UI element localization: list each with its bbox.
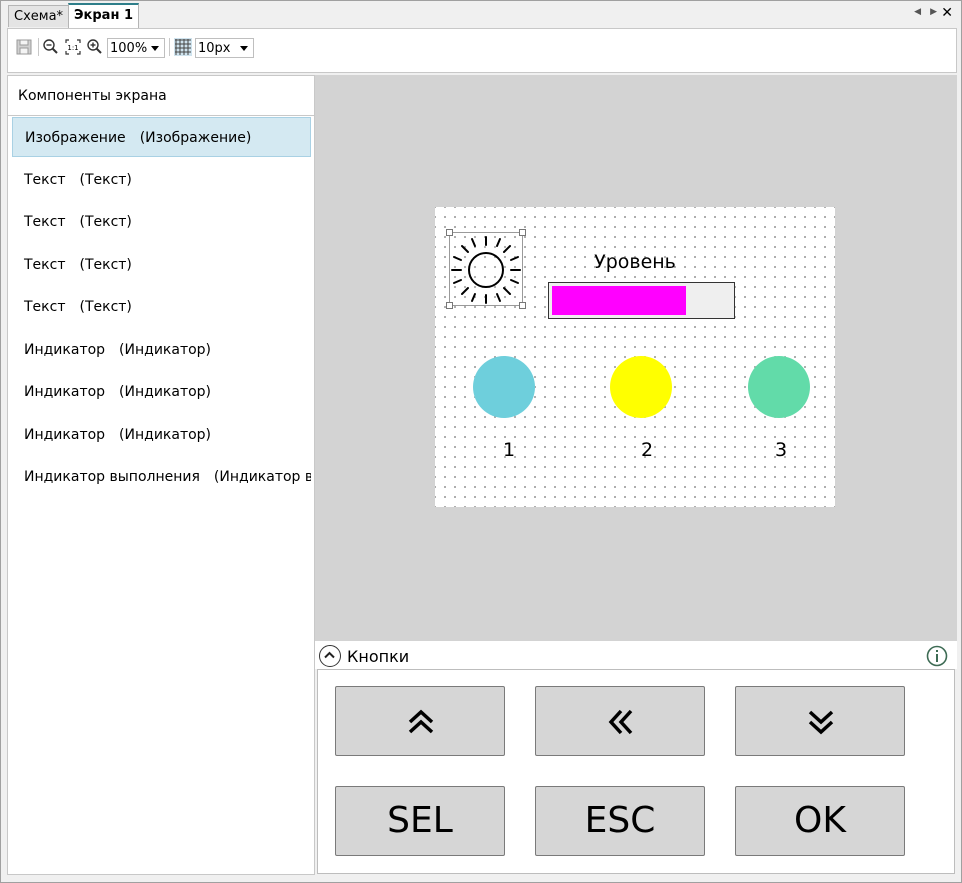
collapse-toggle[interactable] [319,645,341,667]
component-item[interactable]: Текст (Текст) [12,160,311,200]
info-icon[interactable] [926,645,948,667]
grid-size-value: 10px [198,41,231,56]
esc-button[interactable]: ESC [535,786,705,856]
window-frame: Схема* Экран 1 ◀ ▶ ✕ 1:1 100% 10px Компо… [0,0,962,883]
component-item[interactable]: Индикатор (Индикатор) [12,330,311,370]
chevron-down-icon [240,46,248,51]
tab-scroll-left-icon[interactable]: ◀ [914,7,921,17]
indicator-label-2[interactable]: 2 [632,439,662,461]
close-tab-icon[interactable]: ✕ [941,5,953,21]
indicator-led-1[interactable] [473,356,535,418]
components-panel: Компоненты экрана Изображение (Изображени… [7,75,315,875]
component-item[interactable]: Текст (Текст) [12,202,311,242]
resize-handle[interactable] [446,302,453,309]
grid-size-select[interactable]: 10px [195,38,254,58]
progress-indicator[interactable] [548,282,735,319]
indicator-led-2[interactable] [610,356,672,418]
up-button[interactable] [335,686,505,756]
down-button[interactable] [735,686,905,756]
toolbar-separator [38,38,39,56]
chevron-down-icon [151,46,159,51]
zoom-fit-icon[interactable]: 1:1 [64,38,82,56]
zoom-select[interactable]: 100% [107,38,165,58]
resize-handle[interactable] [519,229,526,236]
component-item[interactable]: Изображение (Изображение) [12,117,311,157]
components-panel-title: Компоненты экрана [8,76,314,116]
ok-button[interactable]: OK [735,786,905,856]
toolbar: 1:1 100% 10px [7,28,957,73]
tab-scroll-right-icon[interactable]: ▶ [930,7,937,17]
tab-schema[interactable]: Схема* [8,5,70,27]
toolbar-separator [169,38,170,56]
grid-icon[interactable] [174,38,192,56]
component-item[interactable]: Текст (Текст) [12,287,311,327]
back-button[interactable] [535,686,705,756]
buttons-panel-title: Кнопки [347,647,410,666]
zoom-value: 100% [110,41,148,56]
component-item[interactable]: Текст (Текст) [12,245,311,285]
resize-handle[interactable] [446,229,453,236]
zoom-out-icon[interactable] [42,38,60,56]
double-chevron-left-icon [608,709,633,735]
level-text[interactable]: Уровень [585,251,685,273]
indicator-label-1[interactable]: 1 [494,439,524,461]
progress-fill [552,286,686,315]
double-chevron-down-icon [808,710,834,735]
hardware-buttons-panel: SEL ESC OK [317,669,955,874]
design-canvas[interactable]: Уровень 1 2 3 [315,75,957,641]
buttons-panel-header: Кнопки [315,641,957,669]
save-icon[interactable] [15,38,33,56]
double-chevron-up-icon [408,709,434,734]
sel-button[interactable]: SEL [335,786,505,856]
screen-preview[interactable]: Уровень 1 2 3 [435,207,835,507]
chevron-up-icon [324,651,335,659]
tab-bar: Схема* Экран 1 ◀ ▶ ✕ [1,1,961,28]
svg-text:1:1: 1:1 [67,44,78,52]
indicator-label-3[interactable]: 3 [766,439,796,461]
zoom-in-icon[interactable] [86,38,104,56]
component-item[interactable]: Индикатор (Индикатор) [12,372,311,412]
resize-handle[interactable] [519,302,526,309]
tab-screen-1[interactable]: Экран 1 [68,3,139,28]
sun-icon [451,236,521,304]
component-item[interactable]: Индикатор (Индикатор) [12,415,311,455]
component-item[interactable]: Индикатор выполнения(Индикатор вып [12,457,311,497]
image-component[interactable] [446,229,526,309]
indicator-led-3[interactable] [748,356,810,418]
